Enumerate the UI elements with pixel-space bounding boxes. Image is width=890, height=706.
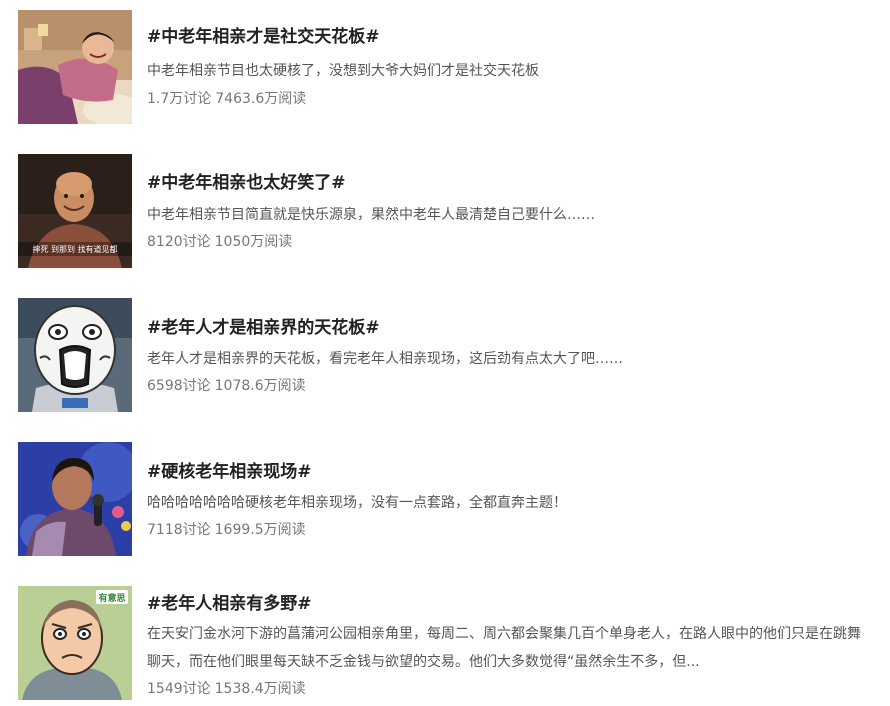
topic-title[interactable]: #老年人才是相亲界的天花板# — [147, 317, 380, 339]
laughing-woman-photo-icon[interactable] — [18, 10, 132, 124]
thumb-caption: 摔死 到那到 找有道见都 — [32, 244, 117, 254]
topic-description: 老年人才是相亲界的天花板，看完老年人相亲现场，这后劲有点太大了吧…… — [147, 351, 623, 367]
discussion-count: 8120讨论 — [147, 234, 211, 250]
discussion-count: 1549讨论 — [147, 681, 211, 697]
woman-with-microphone-photo-icon[interactable] — [18, 442, 132, 556]
topic-item[interactable]: 摔死 到那到 找有道见都 #中老年相亲也太好笑了# 中老年相亲节目简直就是快乐源… — [18, 154, 868, 268]
topic-stats: 7118讨论 1699.5万阅读 — [147, 520, 306, 540]
topic-description: 在天安门金水河下游的菖蒲河公园相亲角里，每周二、周六都会聚集几百个单身老人，在路… — [147, 626, 861, 670]
topic-stats: 6598讨论 1078.6万阅读 — [147, 376, 306, 396]
discussion-count: 1.7万讨论 — [147, 91, 212, 107]
topic-stats: 8120讨论 1050万阅读 — [147, 232, 292, 252]
read-count: 1078.6万阅读 — [214, 378, 306, 394]
read-count: 1050万阅读 — [214, 234, 293, 250]
shocked-mascot-photo-icon[interactable] — [18, 298, 132, 412]
topic-description: 哈哈哈哈哈哈哈硬核老年相亲现场，没有一点套路，全都直奔主题！ — [147, 495, 567, 511]
topic-stats: 1.7万讨论 7463.6万阅读 — [147, 89, 306, 109]
topic-title[interactable]: #中老年相亲也太好笑了# — [147, 172, 346, 194]
topic-item[interactable]: #硬核老年相亲现场# 哈哈哈哈哈哈哈硬核老年相亲现场，没有一点套路，全都直奔主题… — [18, 442, 868, 556]
topic-item[interactable]: 有意思 #老年人相亲有多野# 在天安门金水河下游的菖蒲河公园相亲角里，每周二、周… — [18, 586, 868, 700]
topic-item[interactable]: #老年人才是相亲界的天花板# 老年人才是相亲界的天花板，看完老年人相亲现场，这后… — [18, 298, 868, 412]
thumb-badge: 有意思 — [98, 592, 125, 604]
cartoon-old-man-illustration-icon[interactable]: 有意思 — [18, 586, 132, 700]
discussion-count: 7118讨论 — [147, 522, 211, 538]
read-count: 7463.6万阅读 — [215, 91, 307, 107]
topic-item[interactable]: #中老年相亲才是社交天花板# 中老年相亲节目也太硬核了，没想到大爷大妈们才是社交… — [18, 10, 868, 124]
topic-title[interactable]: #老年人相亲有多野# — [147, 593, 312, 615]
topic-title[interactable]: #硬核老年相亲现场# — [147, 461, 312, 483]
topic-description: 中老年相亲节目也太硬核了，没想到大爷大妈们才是社交天花板 — [147, 63, 539, 79]
read-count: 1538.4万阅读 — [214, 681, 306, 697]
topic-title[interactable]: #中老年相亲才是社交天花板# — [147, 26, 380, 48]
read-count: 1699.5万阅读 — [214, 522, 306, 538]
topic-stats: 1549讨论 1538.4万阅读 — [147, 679, 306, 699]
bald-man-photo-icon[interactable]: 摔死 到那到 找有道见都 — [18, 154, 132, 268]
topic-description: 中老年相亲节目简直就是快乐源泉，果然中老年人最清楚自己要什么…… — [147, 207, 595, 223]
discussion-count: 6598讨论 — [147, 378, 211, 394]
topic-list: #中老年相亲才是社交天花板# 中老年相亲节目也太硬核了，没想到大爷大妈们才是社交… — [0, 0, 890, 706]
